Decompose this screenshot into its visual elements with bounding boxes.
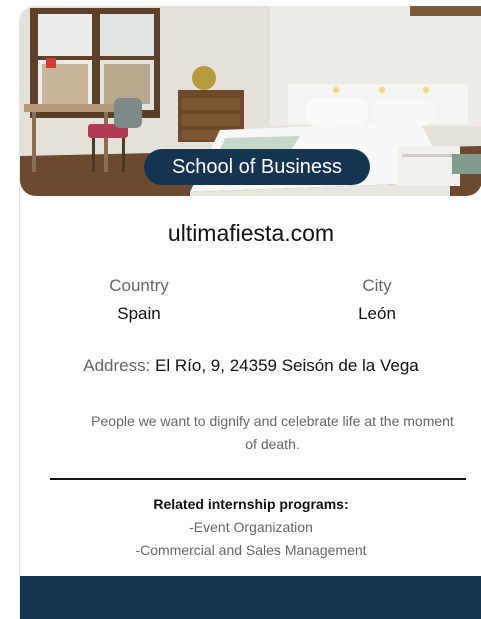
country-label: Country: [109, 276, 169, 295]
address-line: Address: El Río, 9, 24359 Seisón de la V…: [20, 356, 481, 376]
related-program-item: -Event Organization: [189, 519, 313, 535]
site-title[interactable]: ultimafiesta.com: [20, 220, 481, 247]
divider: [50, 478, 466, 480]
related-programs-heading: Related internship programs:: [153, 496, 349, 512]
room-photo: School of Business: [20, 6, 481, 196]
related-program-item: -Commercial and Sales Management: [135, 542, 367, 558]
description: People we want to dignify and celebrate …: [91, 413, 454, 452]
city-value: León: [358, 304, 396, 323]
school-badge[interactable]: School of Business: [144, 149, 370, 185]
address-value: El Río, 9, 24359 Seisón de la Vega: [155, 356, 419, 375]
city-label: City: [362, 276, 392, 295]
school-card[interactable]: School of Business ultimafiesta.com Coun…: [19, 6, 481, 619]
address-label: Address:: [83, 356, 151, 375]
country-value: Spain: [117, 304, 161, 323]
card-footer-bar: [20, 576, 481, 619]
